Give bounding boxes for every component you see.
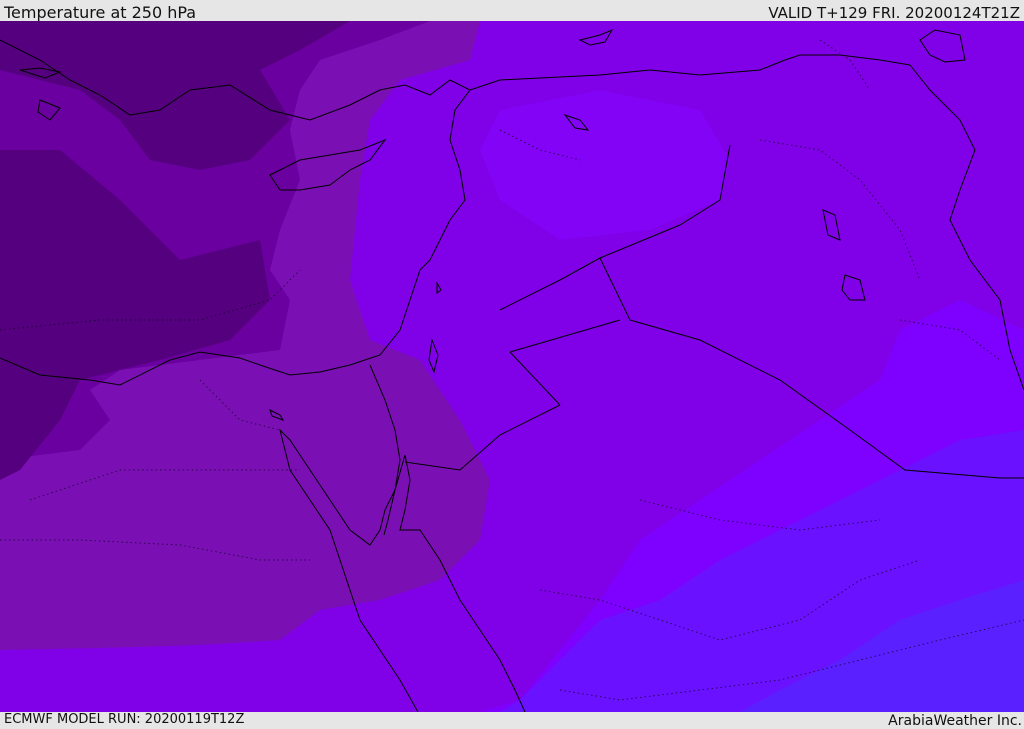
map-title: Temperature at 250 hPa bbox=[4, 3, 197, 22]
map-header: Temperature at 250 hPa VALID T+129 FRI. … bbox=[0, 0, 1024, 21]
credit: ArabiaWeather Inc. bbox=[888, 713, 1022, 729]
temperature-map bbox=[0, 21, 1024, 712]
valid-time: VALID T+129 FRI. 20200124T21Z bbox=[768, 4, 1020, 22]
model-run: ECMWF MODEL RUN: 20200119T12Z bbox=[4, 712, 245, 727]
map-footer: ECMWF MODEL RUN: 20200119T12Z ArabiaWeat… bbox=[0, 712, 1024, 729]
